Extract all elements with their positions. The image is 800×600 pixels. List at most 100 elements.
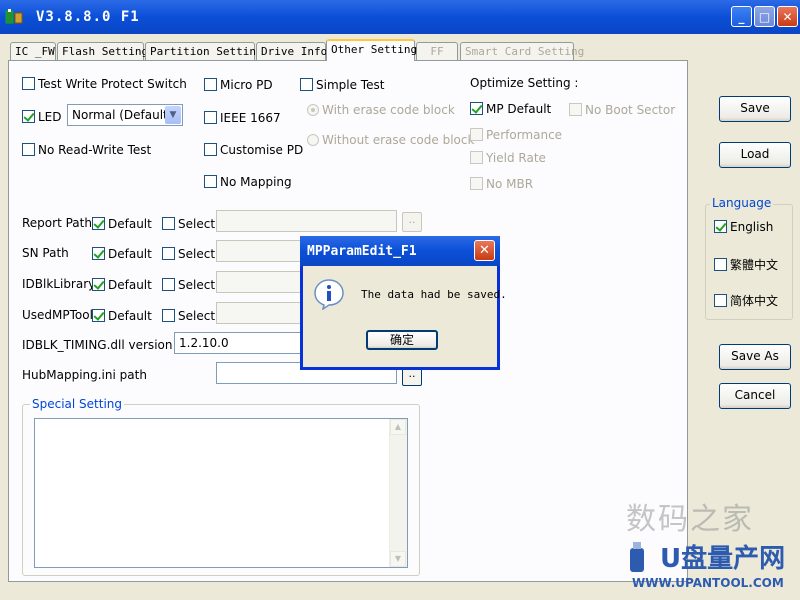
checkbox-box[interactable] [92,247,105,260]
checkbox-box[interactable] [470,102,483,115]
tab-flash-setting[interactable]: Flash Setting [57,42,148,60]
report-path-browse-button[interactable]: .. [402,212,422,232]
special-setting-textarea[interactable]: ▲ ▼ [34,418,408,568]
idblk-timing-field[interactable]: 1.2.10.0 [174,332,304,354]
tab-partition-setting[interactable]: Partition Setting [145,42,263,60]
save-as-button[interactable]: Save As [719,344,791,370]
special-setting-title: Special Setting [30,397,125,411]
tab-other-setting[interactable]: Other Setting [326,39,417,61]
tab-drive-info[interactable]: Drive Info [256,42,327,60]
customise-pd-checkbox[interactable]: Customise PD [204,142,303,157]
yield-rate-checkbox[interactable]: Yield Rate [470,150,546,165]
mp-default-checkbox[interactable]: MP Default [470,101,551,116]
maximize-button[interactable]: □ [754,6,775,27]
idblk-library-field[interactable] [216,271,306,293]
scroll-down-icon[interactable]: ▼ [390,551,406,567]
close-button[interactable]: ✕ [777,6,798,27]
checkbox-box[interactable] [92,278,105,291]
traditional-chinese-checkbox[interactable]: 繁體中文 [714,256,778,273]
checkbox-box[interactable] [162,309,175,322]
radio-button[interactable] [307,103,319,116]
chevron-down-icon[interactable]: ▼ [165,106,181,124]
no-mapping-checkbox[interactable]: No Mapping [204,174,292,189]
close-icon: ✕ [479,243,490,258]
dialog-message: The data had be saved. [361,288,507,301]
used-mp-tool-field[interactable] [216,302,306,324]
app-icon [5,9,23,24]
radio-button[interactable] [307,133,319,146]
cancel-button[interactable]: Cancel [719,383,791,409]
window-title: V3.8.8.0 F1 [36,9,140,25]
performance-checkbox[interactable]: Performance [470,127,562,142]
used-mp-tool-default-checkbox[interactable]: Default [92,308,152,323]
tab-smart-card-setting[interactable]: Smart Card Setting [460,42,584,60]
simplified-chinese-checkbox[interactable]: 简体中文 [714,292,778,309]
checkbox-box[interactable] [470,128,483,141]
dialog-title: MPParamEdit_F1 [307,244,417,259]
simple-test-checkbox[interactable]: Simple Test [300,77,384,92]
checkbox-box[interactable] [92,217,105,230]
checkbox-box[interactable] [162,278,175,291]
checkbox-box[interactable] [470,177,483,190]
checkbox-box[interactable] [204,78,217,91]
tab-ic-fw[interactable]: IC _FW [10,42,56,60]
title-bar[interactable]: V3.8.8.0 F1 _ □ ✕ [0,0,800,34]
no-boot-sector-checkbox[interactable]: No Boot Sector [569,102,675,117]
checkbox-box[interactable] [162,247,175,260]
checkbox-box[interactable] [714,220,727,233]
test-write-protect-checkbox[interactable]: Test Write Protect Switch [22,76,187,91]
checkbox-box[interactable] [22,143,35,156]
info-icon [314,279,344,310]
idblk-library-default-checkbox[interactable]: Default [92,277,152,292]
checkbox-box[interactable] [204,111,217,124]
used-mp-tool-select-checkbox[interactable]: Select [162,308,215,323]
tab-ff[interactable]: FF [416,42,458,60]
sn-path-default-checkbox[interactable]: Default [92,246,152,261]
load-button[interactable]: Load [719,142,791,168]
micro-pd-checkbox[interactable]: Micro PD [204,77,273,92]
report-path-field[interactable] [216,210,397,232]
checkbox-box[interactable] [162,217,175,230]
optimize-setting-title: Optimize Setting : [470,76,579,90]
used-mp-tool-label: UsedMPTool: [22,308,97,322]
checkbox-box[interactable] [204,143,217,156]
checkbox-box[interactable] [204,175,217,188]
dialog-title-bar[interactable]: MPParamEdit_F1 ✕ [300,236,500,266]
watermark-brand: U盘量产网 [660,544,786,574]
sn-path-field[interactable] [216,240,306,262]
with-erase-radio[interactable]: With erase code block [307,102,455,117]
sn-path-select-checkbox[interactable]: Select [162,246,215,261]
save-button[interactable]: Save [719,96,791,122]
watermark-site: 数码之家 [626,502,754,537]
report-path-select-checkbox[interactable]: Select [162,216,215,231]
idblk-library-label: IDBlkLibrary: [22,277,99,291]
dialog-ok-button[interactable]: 确定 [366,330,438,350]
led-checkbox[interactable]: LED [22,109,62,124]
without-erase-radio[interactable]: Without erase code block [307,132,474,147]
no-read-write-test-checkbox[interactable]: No Read-Write Test [22,142,151,157]
checkbox-box[interactable] [300,78,313,91]
no-mbr-checkbox[interactable]: No MBR [470,176,533,191]
checkbox-box[interactable] [569,103,582,116]
ieee-1667-checkbox[interactable]: IEEE 1667 [204,110,281,125]
checkbox-box[interactable] [470,151,483,164]
checkbox-box[interactable] [714,294,727,307]
saved-dialog: MPParamEdit_F1 ✕ The data had be saved. … [300,236,507,370]
dialog-close-button[interactable]: ✕ [474,240,495,261]
checkbox-box[interactable] [22,77,35,90]
maximize-icon: □ [758,9,771,24]
usb-logo-icon [630,542,644,572]
report-path-default-checkbox[interactable]: Default [92,216,152,231]
checkbox-box[interactable] [92,309,105,322]
idblk-timing-label: IDBLK_TIMING.dll version : [22,338,181,352]
english-checkbox[interactable]: English [714,219,773,234]
minimize-button[interactable]: _ [731,6,752,27]
checkbox-box[interactable] [714,258,727,271]
scroll-up-icon[interactable]: ▲ [390,419,406,435]
scrollbar[interactable]: ▲ ▼ [389,419,407,567]
language-group-title: Language [710,196,774,210]
idblk-library-select-checkbox[interactable]: Select [162,277,215,292]
led-mode-select[interactable]: Normal (Default) ▼ [67,104,183,126]
checkbox-box[interactable] [22,110,35,123]
report-path-label: Report Path : [22,216,100,230]
